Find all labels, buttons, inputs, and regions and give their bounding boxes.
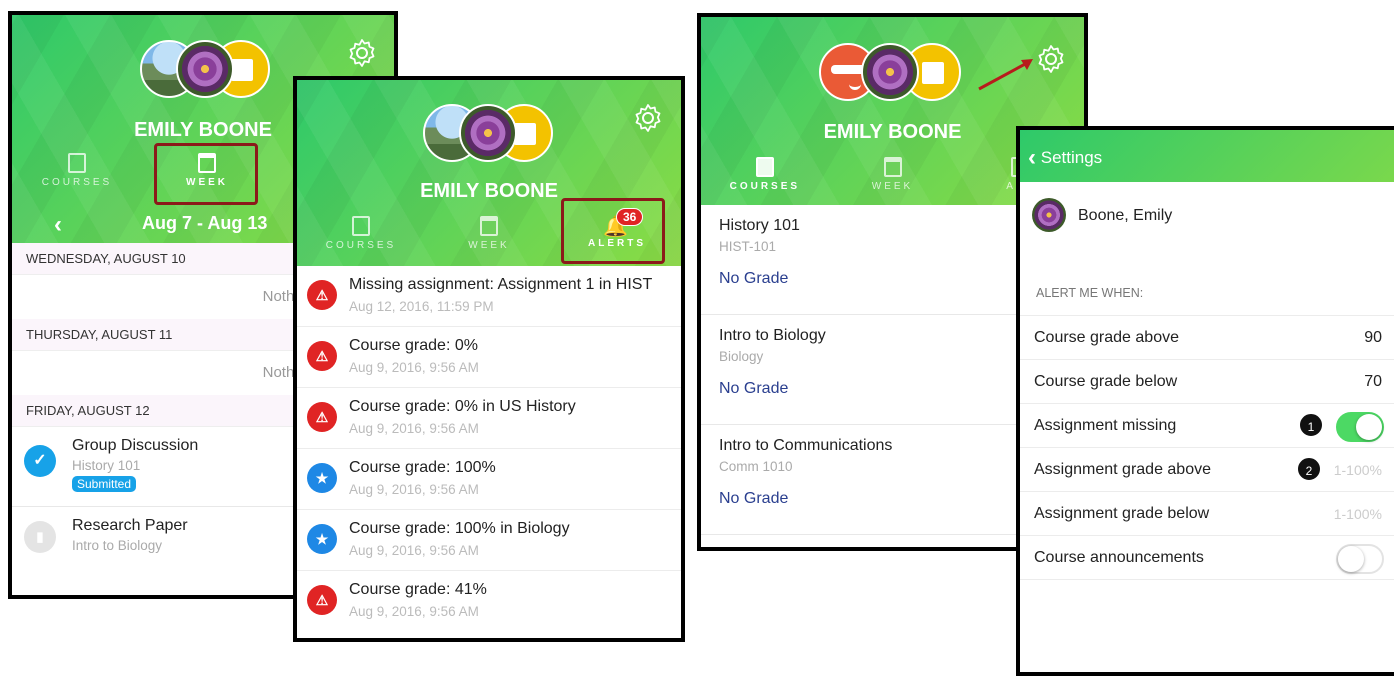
alert-item[interactable]: ★ Course grade: 100% Aug 9, 2016, 9:56 AM bbox=[297, 449, 681, 510]
student-row: Boone, Emily bbox=[1020, 182, 1394, 254]
alert-date: Aug 9, 2016, 9:56 AM bbox=[349, 543, 479, 558]
alert-title: Missing assignment: Assignment 1 in HIST bbox=[349, 276, 653, 293]
star-icon: ★ bbox=[307, 524, 337, 554]
calendar-icon bbox=[480, 216, 498, 236]
row-value[interactable]: 90 bbox=[1364, 316, 1382, 360]
tab-week[interactable]: WEEK bbox=[425, 216, 553, 251]
section-label: ALERT ME WHEN: bbox=[1020, 254, 1394, 316]
row-label: Course announcements bbox=[1034, 549, 1204, 566]
star-icon: ★ bbox=[307, 463, 337, 493]
alert-date: Aug 9, 2016, 9:56 AM bbox=[349, 421, 479, 436]
back-button[interactable]: ‹ Settings bbox=[1028, 144, 1102, 172]
alert-date: Aug 9, 2016, 9:56 AM bbox=[349, 360, 479, 375]
prev-week-button[interactable]: ‹ bbox=[54, 211, 62, 239]
gear-icon[interactable] bbox=[632, 102, 664, 134]
courses-icon bbox=[68, 153, 86, 173]
alert-title: Course grade: 0% in US History bbox=[349, 398, 576, 415]
settings-screen: ‹ Settings Boone, Emily ALERT ME WHEN: C… bbox=[1016, 126, 1394, 676]
tab-label: COURSES bbox=[41, 177, 113, 188]
gear-icon[interactable] bbox=[346, 37, 378, 69]
row-label: Assignment missing bbox=[1034, 417, 1177, 434]
avatar-group bbox=[423, 104, 563, 164]
alert-title: Course grade: 100% in Biology bbox=[349, 520, 570, 537]
warning-icon: ⚠ bbox=[307, 280, 337, 310]
alert-title: Course grade: 0% bbox=[349, 337, 478, 354]
marker-1: 1 bbox=[1298, 412, 1324, 438]
avatar-flower bbox=[459, 104, 517, 162]
assignment-grade-above-row[interactable]: Assignment grade above 1-100% 2 bbox=[1020, 448, 1394, 492]
marker-2: 2 bbox=[1296, 456, 1322, 482]
settings-nav-bar: ‹ Settings bbox=[1020, 130, 1394, 182]
row-value[interactable]: 70 bbox=[1364, 360, 1382, 404]
course-announcements-row: Course announcements bbox=[1020, 536, 1394, 580]
chevron-left-icon: ‹ bbox=[1028, 144, 1036, 171]
row-label: Course grade above bbox=[1034, 329, 1179, 346]
assignment-grade-below-row[interactable]: Assignment grade below 1-100% bbox=[1020, 492, 1394, 536]
avatar-flower bbox=[176, 40, 234, 98]
row-value[interactable]: 1-100% bbox=[1334, 492, 1382, 536]
alert-item[interactable]: ★ Course grade: 100% in Biology Aug 9, 201… bbox=[297, 510, 681, 571]
alert-date: Aug 12, 2016, 11:59 PM bbox=[349, 299, 494, 314]
assignment-title: Group Discussion bbox=[72, 437, 199, 454]
alert-list: ⚠ Missing assignment: Assignment 1 in HIS… bbox=[297, 266, 681, 632]
assignment-title: Research Paper bbox=[72, 517, 188, 534]
highlight-alerts-tab bbox=[561, 198, 665, 264]
avatar-group bbox=[140, 40, 280, 100]
course-grade-above-row[interactable]: Course grade above 90 bbox=[1020, 316, 1394, 360]
avatar-group bbox=[819, 43, 969, 103]
check-icon: ✓ bbox=[24, 445, 56, 477]
avatar-flower bbox=[1032, 198, 1066, 232]
student-name: Boone, Emily bbox=[1078, 207, 1173, 224]
warning-icon: ⚠ bbox=[307, 341, 337, 371]
date-range: Aug 7 - Aug 13 bbox=[142, 213, 268, 233]
alert-date: Aug 9, 2016, 9:56 AM bbox=[349, 482, 479, 497]
row-label: Assignment grade below bbox=[1034, 505, 1210, 522]
assignment-missing-toggle[interactable] bbox=[1336, 412, 1384, 442]
alert-date: Aug 9, 2016, 9:56 AM bbox=[349, 604, 479, 619]
alert-item[interactable]: ⚠ Course grade: 0% Aug 9, 2016, 9:56 AM bbox=[297, 327, 681, 388]
alert-title: Course grade: 41% bbox=[349, 581, 487, 598]
alerts-header: EMILY BOONE COURSES WEEK 🔔 ALERTS 36 bbox=[297, 80, 681, 266]
alert-item[interactable]: ⚠ Course grade: 0% in US History Aug 9, 20… bbox=[297, 388, 681, 449]
calendar-icon bbox=[883, 157, 902, 177]
tab-week[interactable]: WEEK bbox=[829, 157, 957, 192]
alerts-screen: EMILY BOONE COURSES WEEK 🔔 ALERTS 36 ⚠ Mis… bbox=[293, 76, 685, 642]
tab-label: COURSES bbox=[325, 240, 397, 251]
row-label: Course grade below bbox=[1034, 373, 1178, 390]
red-arrow bbox=[978, 59, 1033, 91]
back-label: Settings bbox=[1040, 148, 1103, 167]
row-label: Assignment grade above bbox=[1034, 461, 1211, 478]
tab-courses[interactable]: COURSES bbox=[297, 216, 425, 251]
assignment-missing-row: Assignment missing 1 bbox=[1020, 404, 1394, 448]
highlight-week-tab bbox=[154, 143, 258, 205]
avatar-flower bbox=[861, 43, 919, 101]
tab-courses[interactable]: COURSES bbox=[12, 153, 142, 188]
assignment-course: History 101 bbox=[72, 458, 141, 473]
warning-icon: ⚠ bbox=[307, 402, 337, 432]
warning-icon: ⚠ bbox=[307, 585, 337, 615]
alert-item[interactable]: ⚠ Course grade: 41% Aug 9, 2016, 9:56 AM bbox=[297, 571, 681, 632]
document-icon: ▮ bbox=[24, 521, 56, 553]
alert-item[interactable]: ⚠ Missing assignment: Assignment 1 in HIS… bbox=[297, 266, 681, 327]
courses-icon bbox=[352, 216, 370, 236]
course-announcements-toggle[interactable] bbox=[1336, 544, 1384, 574]
tab-courses[interactable]: COURSES bbox=[701, 157, 829, 192]
alert-title: Course grade: 100% bbox=[349, 459, 496, 476]
courses-icon bbox=[755, 157, 774, 177]
status-badge: Submitted bbox=[72, 476, 137, 492]
tab-label: COURSES bbox=[729, 181, 801, 192]
tab-label: WEEK bbox=[871, 181, 914, 192]
tab-label: WEEK bbox=[468, 240, 510, 251]
gear-icon[interactable] bbox=[1035, 43, 1067, 75]
row-value[interactable]: 1-100% bbox=[1334, 448, 1382, 492]
course-grade-below-row[interactable]: Course grade below 70 bbox=[1020, 360, 1394, 404]
assignment-course: Intro to Biology bbox=[72, 538, 163, 553]
